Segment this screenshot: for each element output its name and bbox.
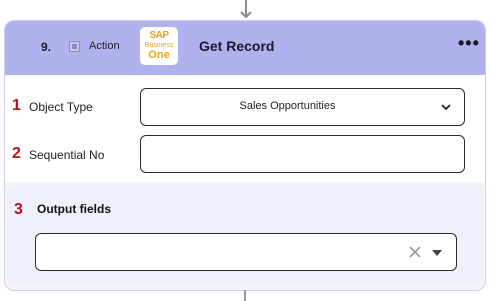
down-arrow-icon xyxy=(240,0,252,19)
object-type-value: Sales Opportunities xyxy=(239,100,336,112)
step-type-label: Action xyxy=(89,40,120,52)
step-marker-1: 1 xyxy=(12,97,21,114)
object-type-select[interactable]: Sales Opportunities xyxy=(140,88,465,126)
output-fields-select[interactable] xyxy=(35,233,457,271)
caret-down-icon[interactable] xyxy=(432,250,442,256)
output-fields-title: Output fields xyxy=(37,202,111,216)
connector-line xyxy=(244,290,246,301)
object-type-label: Object Type xyxy=(29,100,93,114)
sap-business-one-logo: SAP Business One xyxy=(140,27,178,65)
card-body: 1 Object Type Sales Opportunities 2 Sequ… xyxy=(5,75,485,182)
object-type-row: 1 Object Type Sales Opportunities xyxy=(5,87,485,127)
sequential-no-row: 2 Sequential No xyxy=(5,135,485,177)
step-number: 9. xyxy=(41,40,52,54)
action-icon xyxy=(69,41,80,52)
action-card: 9. Action SAP Business One Get Record ••… xyxy=(4,20,486,291)
chevron-down-icon xyxy=(441,104,451,111)
card-header[interactable]: 9. Action SAP Business One Get Record ••… xyxy=(5,21,485,75)
more-icon[interactable]: ••• xyxy=(458,34,480,52)
clear-icon[interactable] xyxy=(408,245,422,259)
step-marker-3: 3 xyxy=(14,201,23,218)
output-section: 3 Output fields xyxy=(7,185,483,283)
step-title: Get Record xyxy=(199,38,275,54)
step-marker-2: 2 xyxy=(12,145,21,162)
sequential-no-input[interactable] xyxy=(140,135,465,173)
sequential-no-label: Sequential No xyxy=(29,148,105,162)
